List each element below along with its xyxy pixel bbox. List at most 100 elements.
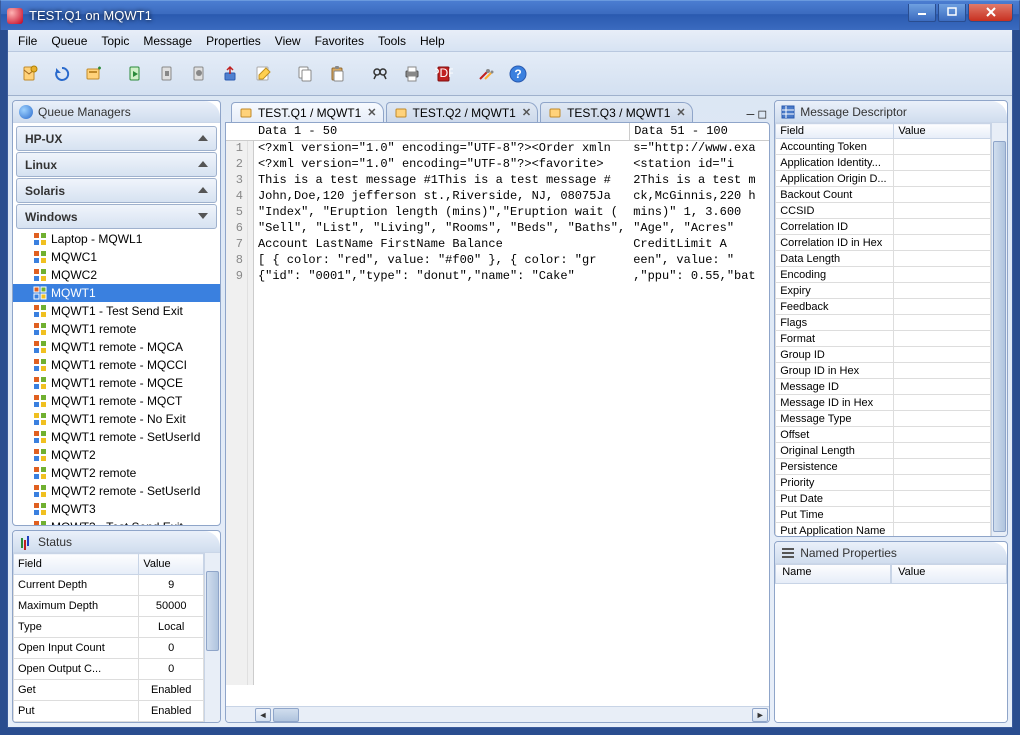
table-row[interactable]: Open Output C...0 xyxy=(14,659,204,680)
table-row[interactable]: TypeLocal xyxy=(14,617,204,638)
help-icon[interactable]: ? xyxy=(503,59,533,89)
table-row[interactable]: Maximum Depth50000 xyxy=(14,596,204,617)
table-row[interactable]: Application Identity... xyxy=(776,155,991,171)
editor-row[interactable]: 5"Index", "Eruption length (mins)","Erup… xyxy=(226,205,769,221)
editor-row[interactable]: 1<?xml version="1.0" encoding="UTF-8"?><… xyxy=(226,141,769,157)
qm-item[interactable]: MQWT1 remote - No Exit xyxy=(13,410,220,428)
menu-item-file[interactable]: File xyxy=(12,32,43,50)
table-row[interactable]: Backout Count xyxy=(776,187,991,203)
close-tab-icon[interactable]: ✕ xyxy=(676,106,685,119)
table-row[interactable]: Put Time xyxy=(776,507,991,523)
editor-row[interactable]: 3This is a test message #1This is a test… xyxy=(226,173,769,189)
editor-row[interactable]: 9{"id": "0001","type": "donut","name": "… xyxy=(226,269,769,285)
editor-row[interactable]: 7Account LastName FirstName Balance Cred… xyxy=(226,237,769,253)
qm-item[interactable]: MQWT2 xyxy=(13,446,220,464)
table-row[interactable]: Persistence xyxy=(776,459,991,475)
qm-item[interactable]: MQWT1 remote - MQCA xyxy=(13,338,220,356)
qm-item[interactable]: MQWC1 xyxy=(13,248,220,266)
stop-icon[interactable] xyxy=(153,59,183,89)
editor-row[interactable]: 6"Sell", "List", "Living", "Rooms", "Bed… xyxy=(226,221,769,237)
scroll-thumb[interactable] xyxy=(273,708,299,722)
table-row[interactable]: Expiry xyxy=(776,283,991,299)
table-row[interactable]: Priority xyxy=(776,475,991,491)
qm-group-linux[interactable]: Linux xyxy=(16,152,217,177)
qm-item[interactable]: MQWT2 remote xyxy=(13,464,220,482)
table-row[interactable]: Group ID in Hex xyxy=(776,363,991,379)
edit-icon[interactable] xyxy=(249,59,279,89)
qm-group-hp-ux[interactable]: HP-UX xyxy=(16,126,217,151)
minimize-panel-button[interactable]: — xyxy=(747,107,755,122)
print-icon[interactable] xyxy=(397,59,427,89)
close-button[interactable] xyxy=(968,4,1013,22)
qm-item[interactable]: MQWT1 xyxy=(13,284,220,302)
table-row[interactable]: Feedback xyxy=(776,299,991,315)
table-row[interactable]: Application Origin D... xyxy=(776,171,991,187)
new-message-icon[interactable] xyxy=(15,59,45,89)
qm-item[interactable]: Laptop - MQWL1 xyxy=(13,230,220,248)
md-col-header[interactable]: Value xyxy=(894,124,991,139)
qm-item[interactable]: MQWT2 remote - SetUserId xyxy=(13,482,220,500)
qm-item[interactable]: MQWT3 - Test Send Exit xyxy=(13,518,220,525)
table-row[interactable]: Group ID xyxy=(776,347,991,363)
table-row[interactable]: Correlation ID xyxy=(776,219,991,235)
editor-tab[interactable]: TEST.Q2 / MQWT1✕ xyxy=(386,102,539,122)
refresh-icon[interactable] xyxy=(47,59,77,89)
pdf-icon[interactable]: PDF xyxy=(429,59,459,89)
scroll-right-button[interactable]: ► xyxy=(752,708,768,722)
table-row[interactable]: Current Depth9 xyxy=(14,575,204,596)
table-row[interactable]: PutEnabled xyxy=(14,701,204,722)
close-tab-icon[interactable]: ✕ xyxy=(367,106,376,119)
maximize-panel-button[interactable]: □ xyxy=(758,107,766,122)
qm-item[interactable]: MQWT1 - Test Send Exit xyxy=(13,302,220,320)
editor-horizontal-scrollbar[interactable]: ◄ ► xyxy=(226,706,769,722)
editor-row[interactable]: 8[ { color: "red", value: "#f00" }, { co… xyxy=(226,253,769,269)
np-col-value[interactable]: Value xyxy=(891,564,1007,584)
table-row[interactable]: Open Input Count0 xyxy=(14,638,204,659)
table-row[interactable]: Put Date xyxy=(776,491,991,507)
qm-group-solaris[interactable]: Solaris xyxy=(16,178,217,203)
qm-item[interactable]: MQWT1 remote - MQCCI xyxy=(13,356,220,374)
qm-item[interactable]: MQWT1 remote - SetUserId xyxy=(13,428,220,446)
scroll-left-button[interactable]: ◄ xyxy=(255,708,271,722)
table-row[interactable]: Format xyxy=(776,331,991,347)
status-col-header[interactable]: Value xyxy=(139,554,204,575)
qm-item[interactable]: MQWC2 xyxy=(13,266,220,284)
qm-item[interactable]: MQWT1 remote - MQCT xyxy=(13,392,220,410)
editor-row[interactable]: 2<?xml version="1.0" encoding="UTF-8"?><… xyxy=(226,157,769,173)
table-row[interactable]: Original Length xyxy=(776,443,991,459)
qm-item[interactable]: MQWT1 remote xyxy=(13,320,220,338)
minimize-button[interactable] xyxy=(908,4,936,22)
menu-item-favorites[interactable]: Favorites xyxy=(309,32,370,50)
menu-item-view[interactable]: View xyxy=(269,32,307,50)
table-row[interactable]: Accounting Token xyxy=(776,139,991,155)
menu-item-tools[interactable]: Tools xyxy=(372,32,412,50)
table-row[interactable]: Put Application Name xyxy=(776,523,991,537)
new-queue-icon[interactable] xyxy=(79,59,109,89)
np-col-name[interactable]: Name xyxy=(775,564,891,584)
settings-icon[interactable] xyxy=(471,59,501,89)
close-tab-icon[interactable]: ✕ xyxy=(522,106,531,119)
table-row[interactable]: GetEnabled xyxy=(14,680,204,701)
editor-body[interactable]: 1<?xml version="1.0" encoding="UTF-8"?><… xyxy=(226,141,769,706)
md-col-header[interactable]: Field xyxy=(776,124,894,139)
table-row[interactable]: Data Length xyxy=(776,251,991,267)
table-row[interactable]: Message ID in Hex xyxy=(776,395,991,411)
paste-icon[interactable] xyxy=(323,59,353,89)
menu-item-help[interactable]: Help xyxy=(414,32,451,50)
qm-item[interactable]: MQWT3 xyxy=(13,500,220,518)
menu-item-queue[interactable]: Queue xyxy=(45,32,93,50)
qm-group-windows[interactable]: Windows xyxy=(16,204,217,229)
table-row[interactable]: Encoding xyxy=(776,267,991,283)
table-row[interactable]: Flags xyxy=(776,315,991,331)
queue-managers-tree[interactable]: HP-UXLinuxSolarisWindowsLaptop - MQWL1MQ… xyxy=(13,123,220,525)
record-icon[interactable] xyxy=(185,59,215,89)
export-icon[interactable] xyxy=(217,59,247,89)
qm-item[interactable]: MQWT1 remote - MQCE xyxy=(13,374,220,392)
table-row[interactable]: Message ID xyxy=(776,379,991,395)
md-scrollbar[interactable] xyxy=(991,123,1007,536)
maximize-button[interactable] xyxy=(938,4,966,22)
copy-icon[interactable] xyxy=(291,59,321,89)
table-row[interactable]: Message Type xyxy=(776,411,991,427)
find-icon[interactable] xyxy=(365,59,395,89)
editor-tab[interactable]: TEST.Q3 / MQWT1✕ xyxy=(540,102,693,122)
